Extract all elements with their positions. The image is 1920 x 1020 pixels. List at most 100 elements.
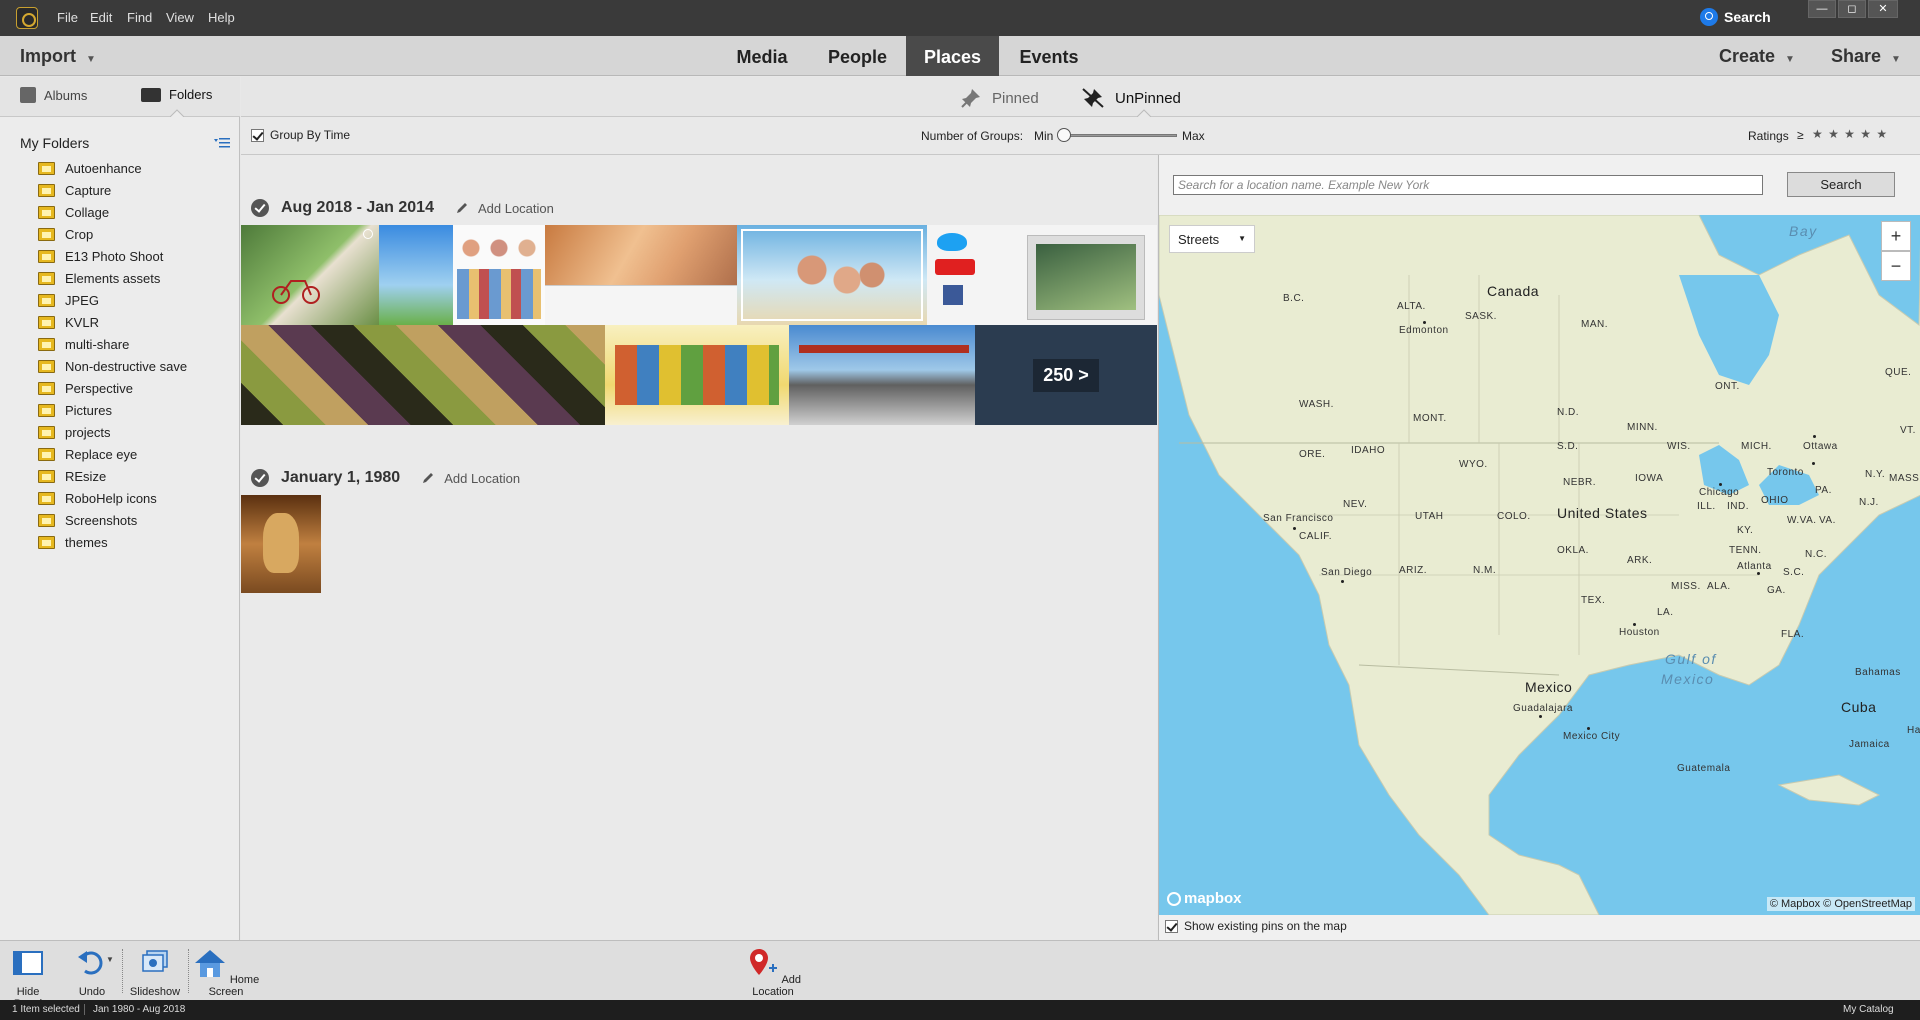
mapbox-logo[interactable]: mapbox [1167,890,1242,907]
folder-label: RoboHelp icons [65,490,157,506]
folder-item[interactable]: Perspective [38,377,187,399]
folder-item[interactable]: themes [38,531,187,553]
city-marker [1293,527,1296,530]
map-label: MASS. [1889,473,1920,484]
home-screen-button[interactable]: Home Screen [192,947,260,998]
add-location-link[interactable]: Add Location [422,471,520,486]
folder-item[interactable]: JPEG [38,289,187,311]
map-label: GA. [1767,585,1786,596]
photo-thumbnail[interactable] [379,225,453,325]
folder-item[interactable]: Replace eye [38,443,187,465]
status-bar: 1 Item selected Jan 1980 - Aug 2018 My C… [0,1000,1920,1020]
folder-item[interactable]: Screenshots [38,509,187,531]
check-circle-icon[interactable] [251,199,269,217]
photo-thumbnail[interactable] [545,225,737,325]
slideshow-button[interactable]: Slideshow [128,947,182,998]
rating-stars[interactable]: ★ ★ ★ ★ ★ [1812,127,1888,141]
check-circle-icon[interactable] [251,469,269,487]
folder-item[interactable]: KVLR [38,311,187,333]
folder-label: Non-destructive save [65,358,188,374]
share-button[interactable]: Share ▼ [1831,46,1901,67]
folder-item[interactable]: Collage [38,201,187,223]
menu-view[interactable]: View [166,10,194,25]
folder-item[interactable]: multi-share [38,333,187,355]
photo-thumbnail[interactable] [241,225,379,325]
create-button[interactable]: Create ▼ [1719,46,1795,67]
map-style-select[interactable]: Streets ▼ [1169,225,1255,253]
tab-pinned-label: Pinned [992,89,1039,107]
location-search-button[interactable]: Search [1787,172,1895,197]
show-pins-checkbox[interactable] [1165,919,1178,933]
menu-file[interactable]: File [57,10,78,25]
media-browser: Aug 2018 - Jan 2014 Add Location 250 > J… [241,155,1157,940]
folder-label: Capture [65,182,112,198]
tab-people[interactable]: People [815,36,900,76]
folder-item[interactable]: Pictures [38,399,187,421]
tab-pointer-icon [170,109,184,117]
tab-albums[interactable]: Albums [20,87,87,103]
ratings-operator[interactable]: ≥ [1797,128,1804,142]
tab-pinned[interactable]: Pinned [960,87,1039,109]
pencil-icon [423,473,434,483]
list-options-icon[interactable] [214,137,230,149]
folder-item[interactable]: Elements assets [38,267,187,289]
left-panel: Albums Folders My Folders Autoenhance Ca… [0,77,240,940]
map-label: NEV. [1343,499,1368,510]
folder-item[interactable]: Non-destructive save [38,355,187,377]
photo-thumbnail[interactable] [789,325,975,425]
map-label: UTAH [1415,511,1444,522]
map-label: Mexico City [1563,731,1621,742]
photo-thumbnail[interactable] [737,225,927,325]
folder-icon [38,161,55,175]
location-search-input[interactable]: Search for a location name. Example New … [1173,175,1763,195]
import-button[interactable]: Import ▼ [20,46,96,67]
zoom-in-button[interactable]: + [1881,221,1911,251]
groups-slider-thumb[interactable] [1057,128,1071,142]
map-label: VA. [1819,515,1836,526]
add-location-link[interactable]: Add Location [456,201,554,216]
undo-label: Undo [78,986,106,998]
chevron-down-icon[interactable]: ▼ [106,955,114,964]
folder-item[interactable]: Crop [38,223,187,245]
tab-events[interactable]: Events [1008,36,1090,76]
photo-thumbnail[interactable] [605,325,789,425]
folder-item[interactable]: RoboHelp icons [38,487,187,509]
chevron-down-icon: ▼ [1785,54,1795,65]
photo-thumbnail[interactable] [453,225,545,325]
tab-places[interactable]: Places [906,36,999,76]
tab-media[interactable]: Media [722,36,802,76]
photo-thumbnail[interactable] [241,325,605,425]
add-location-label: Add Location [477,200,554,216]
groups-slider-track[interactable] [1059,134,1177,137]
group-by-time-option[interactable]: Group By Time [251,128,350,142]
map-attribution[interactable]: © Mapbox © OpenStreetMap [1766,897,1915,911]
folder-item[interactable]: REsize [38,465,187,487]
top-search-button[interactable]: Search [1700,8,1771,26]
folder-item[interactable]: E13 Photo Shoot [38,245,187,267]
catalog-status[interactable]: My Catalog [1843,1004,1894,1015]
show-pins-option[interactable]: Show existing pins on the map [1165,919,1347,933]
map-label: TENN. [1729,545,1762,556]
group-by-time-checkbox[interactable] [251,128,264,142]
close-button[interactable]: ✕ [1868,0,1898,18]
folder-item[interactable]: Autoenhance [38,157,187,179]
minimize-button[interactable]: — [1808,0,1836,18]
city-marker [1812,462,1815,465]
photo-thumbnail[interactable] [241,495,321,593]
maximize-button[interactable]: ◻ [1838,0,1866,18]
panel-tabs: Albums Folders [0,77,240,117]
menu-help[interactable]: Help [208,10,235,25]
menu-edit[interactable]: Edit [90,10,112,25]
tab-folders[interactable]: Folders [141,87,212,102]
map-canvas[interactable]: Streets ▼ + − Bay Canada B.C. ALTA. SASK.… [1159,215,1920,915]
folder-item[interactable]: Capture [38,179,187,201]
zoom-out-button[interactable]: − [1881,251,1911,281]
map-label: VT. [1900,425,1916,436]
menu-find[interactable]: Find [127,10,152,25]
more-photos-tile[interactable]: 250 > [975,325,1157,425]
add-location-button[interactable]: Add Location [738,947,808,998]
photo-thumbnail[interactable] [927,225,1157,325]
tab-unpinned[interactable]: UnPinned [1081,87,1181,109]
tab-folders-label: Folders [169,87,213,102]
folder-item[interactable]: projects [38,421,187,443]
